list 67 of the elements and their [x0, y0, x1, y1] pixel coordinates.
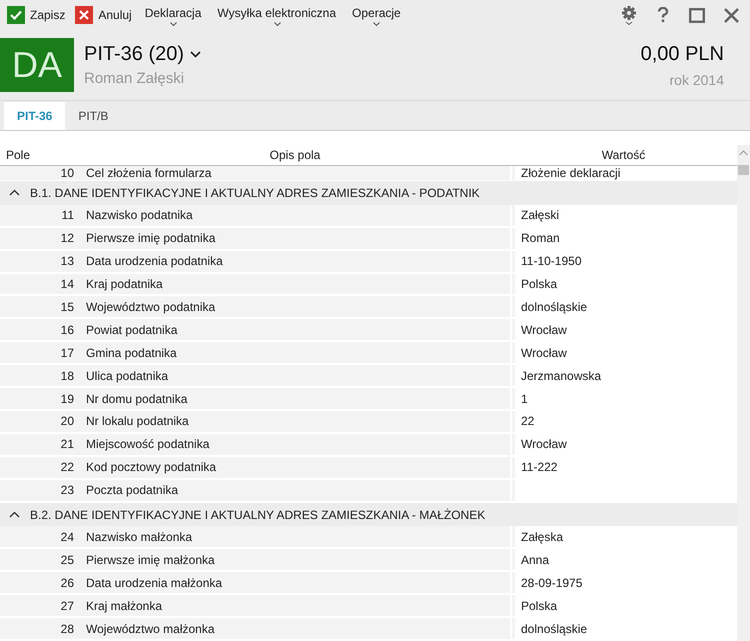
document-title[interactable]: PIT-36 (20) — [84, 43, 202, 66]
field-number: 10 — [0, 166, 80, 180]
caret-icon — [170, 22, 178, 26]
field-description: Ulica podatnika — [80, 365, 510, 386]
save-button[interactable]: Zapisz — [4, 4, 68, 26]
field-description: Kraj małżonka — [80, 595, 510, 616]
section-title: B.2. DANE IDENTYFIKACYJNE I AKTUALNY ADRES ZAMIESZKANIA - MAŁŻONEK — [30, 508, 486, 522]
column-header: Pole — [5, 148, 32, 162]
menu-button[interactable]: Wysyłka elektroniczna — [211, 4, 342, 26]
menu-button[interactable]: Operacje — [346, 4, 407, 26]
settings-icon — [621, 5, 637, 25]
field-number: 25 — [0, 549, 80, 570]
field-description: Województwo małżonka — [80, 618, 510, 639]
field-description: Pierwsze imię małżonka — [80, 549, 510, 570]
field-description: Miejscowość podatnika — [80, 434, 510, 455]
amount-text: 0,00 PLN — [640, 42, 724, 66]
field-description: Kraj podatnika — [80, 274, 510, 294]
field-description: Województwo podatnika — [80, 296, 510, 318]
field-number: 16 — [0, 319, 80, 340]
field-number: 17 — [0, 342, 80, 364]
field-description: Nr domu podatnika — [80, 388, 510, 409]
field-description: Powiat podatnika — [80, 319, 510, 340]
help-icon — [657, 7, 669, 23]
field-description: Gmina podatnika — [80, 342, 510, 364]
menu-button[interactable]: Deklaracja — [138, 4, 208, 26]
field-description: Data urodzenia małżonka — [80, 572, 510, 594]
section-title: B.1. DANE IDENTYFIKACYJNE I AKTUALNY ADRES ZAMIESZKANIA - PODATNIK — [30, 186, 480, 200]
field-number: 22 — [0, 456, 80, 478]
field-number: 20 — [0, 410, 80, 432]
chevron-up-icon — [8, 511, 20, 518]
field-number: 11 — [0, 204, 80, 226]
field-number: 15 — [0, 296, 80, 318]
field-number: 28 — [0, 618, 80, 639]
field-description: Nazwisko małżonka — [80, 526, 510, 548]
field-number: 23 — [0, 480, 80, 501]
field-description: Pierwsze imię podatnika — [80, 228, 510, 249]
close-icon — [724, 8, 738, 22]
tab[interactable]: PIT/B — [65, 102, 122, 130]
field-number: 27 — [0, 595, 80, 616]
field-number: 14 — [0, 274, 80, 294]
field-number: 12 — [0, 228, 80, 249]
field-number: 24 — [0, 526, 80, 548]
year-text: rok 2014 — [670, 72, 724, 88]
chevron-down-icon — [190, 51, 202, 58]
cancel-button[interactable]: Anuluj — [72, 4, 135, 26]
column-header: Wartość — [600, 148, 646, 162]
caret-icon — [274, 22, 281, 26]
check-icon — [7, 6, 25, 24]
field-description: Cel złożenia formularza — [80, 166, 510, 180]
field-description: Data urodzenia podatnika — [80, 250, 510, 272]
taxpayer-name: Roman Załęski — [84, 70, 186, 87]
maximize-icon — [689, 8, 705, 22]
field-description: Nazwisko podatnika — [80, 204, 510, 226]
field-number: 26 — [0, 572, 80, 594]
column-header: Opis pola — [268, 148, 322, 162]
caret-icon — [373, 22, 380, 26]
tab[interactable]: PIT-36 — [4, 102, 66, 130]
field-description: Kod pocztowy podatnika — [80, 456, 510, 478]
document-badge: DA — [0, 38, 74, 92]
field-number: 19 — [0, 388, 80, 409]
chevron-up-icon — [8, 189, 20, 196]
field-number: 18 — [0, 365, 80, 386]
field-number: 13 — [0, 250, 80, 272]
field-number: 21 — [0, 434, 80, 455]
field-description: Nr lokalu podatnika — [80, 410, 510, 432]
close-icon — [75, 6, 94, 24]
field-description: Poczta podatnika — [80, 480, 510, 501]
